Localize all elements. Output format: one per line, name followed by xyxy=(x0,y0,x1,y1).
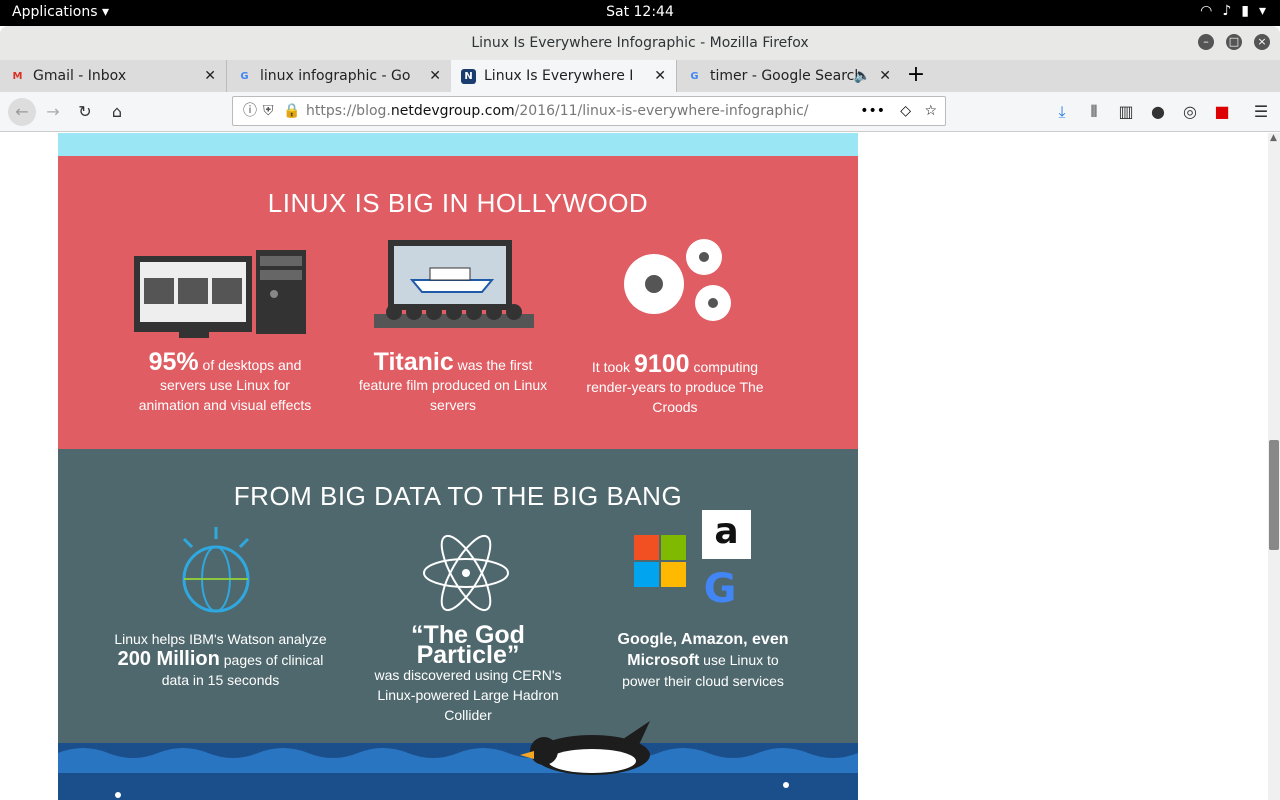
fact-big-number: “The God Particle” xyxy=(411,621,525,669)
lock-icon[interactable]: 🔒 xyxy=(283,97,300,125)
google-logo-icon: G xyxy=(703,566,737,612)
gears-icon xyxy=(624,239,731,321)
extension-red-icon[interactable]: ■ xyxy=(1210,100,1234,124)
url-bar[interactable]: ⓘ ⛨ 🔒 https://blog.netdevgroup.com/2016/… xyxy=(232,96,946,126)
atom-icon xyxy=(423,534,509,612)
pocket-icon[interactable]: ◇ xyxy=(900,97,911,125)
speaker-icon[interactable]: 🔈 xyxy=(854,60,871,92)
tab-bar: M Gmail - Inbox ✕ G linux infographic - … xyxy=(0,60,1280,92)
page-content: LINUX IS BIG IN HOLLYWOOD 95% of desktop… xyxy=(0,133,1268,800)
library-icon[interactable]: ⫴ xyxy=(1082,100,1106,124)
close-tab-icon[interactable]: ✕ xyxy=(654,60,666,92)
fact-95-percent: 95% of desktops and servers use Linux fo… xyxy=(130,350,320,415)
wifi-icon: ◠ xyxy=(1200,3,1213,19)
microsoft-logo-icon xyxy=(634,535,688,589)
gmail-icon: M xyxy=(12,70,23,82)
big-data-heading: FROM BIG DATA TO THE BIG BANG xyxy=(233,481,683,511)
cinema-ship-icon xyxy=(374,240,534,328)
infographic-cyan-strip xyxy=(58,133,858,156)
fact-big-number: 9100 xyxy=(633,350,690,378)
tab-label: Gmail - Inbox xyxy=(33,68,127,84)
url-prefix: https://blog. xyxy=(306,103,391,119)
tab-gmail[interactable]: M Gmail - Inbox ✕ xyxy=(0,60,226,92)
tab-label: Linux Is Everywhere Infogr xyxy=(484,68,634,84)
fact-text-prefix: It took xyxy=(591,359,634,375)
fact-big-number: 200 Million xyxy=(117,648,220,670)
scroll-up-icon[interactable]: ▲ xyxy=(1270,133,1277,143)
more-actions-icon[interactable]: ••• xyxy=(860,97,885,125)
info-icon[interactable]: ⓘ xyxy=(243,97,257,125)
fact-big-number: Titanic xyxy=(373,348,454,376)
computer-film-icon xyxy=(134,250,306,338)
system-top-bar: Applications ▾ Sat 12:44 ◠ ♪ ▮ ▾ xyxy=(0,0,1280,26)
sidebar-icon[interactable]: ▥ xyxy=(1114,100,1138,124)
amazon-logo-icon: a xyxy=(702,510,751,559)
new-tab-button[interactable]: + xyxy=(905,64,927,86)
url-text[interactable]: https://blog.netdevgroup.com/2016/11/lin… xyxy=(306,97,809,125)
back-button[interactable]: ← xyxy=(8,98,36,126)
fact-9100-render-years: It took 9100 computing render-years to p… xyxy=(580,352,770,417)
account-icon[interactable]: ● xyxy=(1146,100,1170,124)
ibm-watson-globe-icon xyxy=(182,527,250,613)
close-tab-icon[interactable]: ✕ xyxy=(429,60,441,92)
netdevgroup-icon: N xyxy=(461,68,476,84)
tab-label: linux infographic - Google xyxy=(260,68,410,84)
fact-god-particle: “The God Particle” was discovered using … xyxy=(358,621,578,725)
bookmark-star-icon[interactable]: ☆ xyxy=(924,97,937,125)
reload-button[interactable]: ↻ xyxy=(73,100,97,124)
url-path: /2016/11/linux-is-everywhere-infographic… xyxy=(514,103,809,119)
menu-icon[interactable]: ☰ xyxy=(1249,100,1273,124)
google-icon: G xyxy=(690,70,699,82)
tab-label: timer - Google Search xyxy=(710,68,860,84)
downloads-icon[interactable]: ⤓ xyxy=(1050,100,1074,124)
home-button[interactable]: ⌂ xyxy=(105,100,129,124)
page-scrollbar[interactable]: ▲ xyxy=(1268,133,1280,800)
applications-menu[interactable]: Applications ▾ xyxy=(12,4,109,20)
fact-cloud-services: Google, Amazon, even Microsoft use Linux… xyxy=(613,629,793,691)
scrollbar-thumb[interactable] xyxy=(1269,440,1279,550)
system-tray[interactable]: ◠ ♪ ▮ ▾ xyxy=(1200,3,1266,19)
url-domain: netdevgroup.com xyxy=(390,103,515,119)
battery-icon: ▮ xyxy=(1241,3,1249,19)
fact-watson-200-million: Linux helps IBM's Watson analyze 200 Mil… xyxy=(108,629,333,690)
navigation-toolbar: ← → ↻ ⌂ ⓘ ⛨ 🔒 https://blog.netdevgroup.c… xyxy=(0,92,1280,132)
tab-linux-infographic-search[interactable]: G linux infographic - Google ✕ xyxy=(226,60,451,92)
ocean-waves-illustration xyxy=(58,743,858,800)
chevron-down-icon: ▾ xyxy=(1258,3,1266,19)
tab-linux-everywhere[interactable]: N Linux Is Everywhere Infogr ✕ xyxy=(451,60,676,92)
applications-label: Applications xyxy=(12,4,98,20)
penguin-icon xyxy=(520,721,650,775)
fact-titanic: Titanic was the first feature film produ… xyxy=(358,350,548,415)
hollywood-heading: LINUX IS BIG IN HOLLYWOOD xyxy=(267,188,649,218)
google-icon: G xyxy=(240,70,249,82)
close-tab-icon[interactable]: ✕ xyxy=(879,60,891,92)
fact-text-prefix: Linux helps IBM's Watson analyze xyxy=(114,631,327,647)
tracking-shield-icon[interactable]: ⛨ xyxy=(263,97,274,125)
window-title: Linux Is Everywhere Infographic - Mozill… xyxy=(471,35,809,51)
volume-icon: ♪ xyxy=(1222,3,1232,19)
maximize-button[interactable]: □ xyxy=(1226,34,1242,50)
clock[interactable]: Sat 12:44 xyxy=(0,4,1280,20)
close-tab-icon[interactable]: ✕ xyxy=(204,60,216,92)
tab-timer-search[interactable]: G timer - Google Search 🔈 ✕ xyxy=(676,60,901,92)
extension-icon[interactable]: ◎ xyxy=(1178,100,1202,124)
waves-icon xyxy=(58,748,858,798)
minimize-button[interactable]: – xyxy=(1198,34,1214,50)
hollywood-section: LINUX IS BIG IN HOLLYWOOD 95% of desktop… xyxy=(58,156,858,449)
forward-button[interactable]: → xyxy=(41,100,65,124)
window-titlebar: Linux Is Everywhere Infographic - Mozill… xyxy=(0,26,1280,60)
close-window-button[interactable]: × xyxy=(1254,34,1270,50)
fact-big-number: 95% xyxy=(148,348,199,376)
